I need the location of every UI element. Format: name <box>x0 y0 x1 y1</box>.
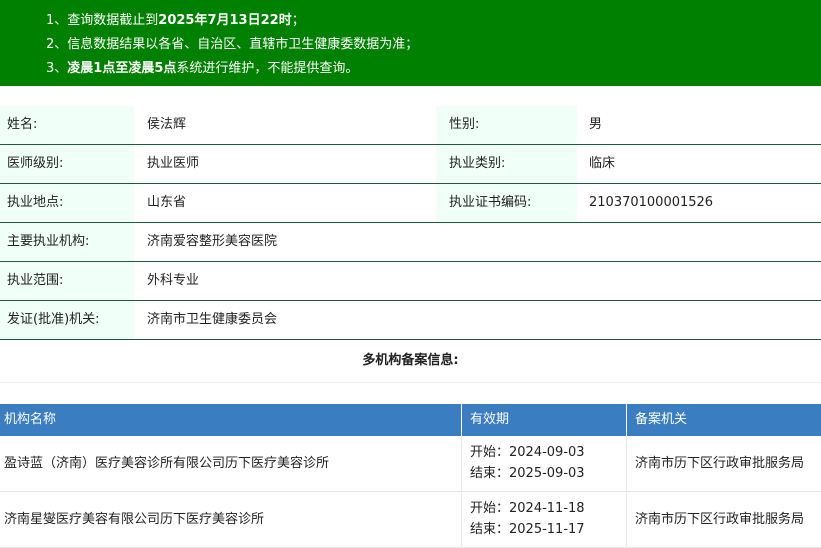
header-authority: 备案机关 <box>626 404 821 436</box>
notice-text: ； <box>291 13 305 28</box>
header-validity: 有效期 <box>461 404 626 436</box>
authority-cell: 济南市历下区行政审批服务局 <box>626 436 821 491</box>
level-label: 医师级别: <box>0 145 134 183</box>
notice-text: 1、查询数据截止到 <box>46 13 159 28</box>
notice-line-1: 1、查询数据截止到2025年7月13日22时； <box>0 9 821 33</box>
gender-label: 性别: <box>436 106 577 144</box>
end-date: 结束：2025-09-03 <box>470 466 585 481</box>
org-name-cell: 盈诗蓝（济南）医疗美容诊所有限公司历下医疗美容诊所 <box>4 456 330 471</box>
place-value: 山东省 <box>147 195 187 210</box>
notice-line-3: 3、凌晨1点至凌晨5点系统进行维护，不能提供查询。 <box>0 57 821 81</box>
category-value: 临床 <box>589 156 616 171</box>
notice-text: 系统进行维护，不能提供查询。 <box>176 61 359 76</box>
info-row-org: 主要执业机构: 济南爱容整形美容医院 <box>0 223 821 262</box>
notice-line-2: 2、信息数据结果以各省、自治区、直辖市卫生健康委数据为准； <box>0 33 821 57</box>
issuer-label: 发证(批准)机关: <box>0 301 134 339</box>
header-org-name: 机构名称 <box>4 412 57 427</box>
cert-value: 210370100001526 <box>589 195 714 210</box>
name-value: 侯法辉 <box>147 117 187 132</box>
end-date: 结束：2025-11-17 <box>470 522 585 537</box>
gender-value: 男 <box>589 117 603 132</box>
info-row-name: 姓名: 侯法辉 性别: 男 <box>0 106 821 145</box>
org-value: 济南爱容整形美容医院 <box>147 234 278 249</box>
start-date: 开始：2024-09-03 <box>470 445 585 460</box>
multi-org-title: 多机构备案信息: <box>0 340 821 383</box>
multi-org-table: 机构名称 有效期 备案机关 盈诗蓝（济南）医疗美容诊所有限公司历下医疗美容诊所 … <box>0 404 821 548</box>
name-label: 姓名: <box>0 106 134 144</box>
validity-cell: 开始：2024-11-18 结束：2025-11-17 <box>461 492 626 547</box>
scope-label: 执业范围: <box>0 262 134 300</box>
issuer-value: 济南市卫生健康委员会 <box>147 312 278 327</box>
info-row-issuer: 发证(批准)机关: 济南市卫生健康委员会 <box>0 301 821 340</box>
table-row: 济南星燮医疗美容有限公司历下医疗美容诊所 开始：2024-11-18 结束：20… <box>0 492 821 548</box>
info-row-level: 医师级别: 执业医师 执业类别: 临床 <box>0 145 821 184</box>
notice-bold-text: 凌晨1点至凌晨5点 <box>67 61 177 76</box>
authority-cell: 济南市历下区行政审批服务局 <box>626 492 821 547</box>
level-value: 执业医师 <box>147 156 200 171</box>
doctor-info-table: 姓名: 侯法辉 性别: 男 医师级别: 执业医师 执业类别: 临床 执业地点: … <box>0 106 821 340</box>
org-label: 主要执业机构: <box>0 223 134 261</box>
table-header-row: 机构名称 有效期 备案机关 <box>0 404 821 436</box>
notice-text: 2、信息数据结果以各省、自治区、直辖市卫生健康委数据为准； <box>46 37 419 52</box>
notice-bold-text: 2025年7月13日22时 <box>158 13 292 28</box>
cert-label: 执业证书编码: <box>436 184 577 222</box>
notice-banner: 1、查询数据截止到2025年7月13日22时； 2、信息数据结果以各省、自治区、… <box>0 0 821 86</box>
start-date: 开始：2024-11-18 <box>470 501 585 516</box>
scope-value: 外科专业 <box>147 273 200 288</box>
place-label: 执业地点: <box>0 184 134 222</box>
table-row: 盈诗蓝（济南）医疗美容诊所有限公司历下医疗美容诊所 开始：2024-09-03 … <box>0 436 821 492</box>
validity-cell: 开始：2024-09-03 结束：2025-09-03 <box>461 436 626 491</box>
org-name-cell: 济南星燮医疗美容有限公司历下医疗美容诊所 <box>4 512 265 527</box>
notice-text: 3、 <box>46 61 68 76</box>
info-row-place: 执业地点: 山东省 执业证书编码: 210370100001526 <box>0 184 821 223</box>
info-row-scope: 执业范围: 外科专业 <box>0 262 821 301</box>
category-label: 执业类别: <box>436 145 577 183</box>
